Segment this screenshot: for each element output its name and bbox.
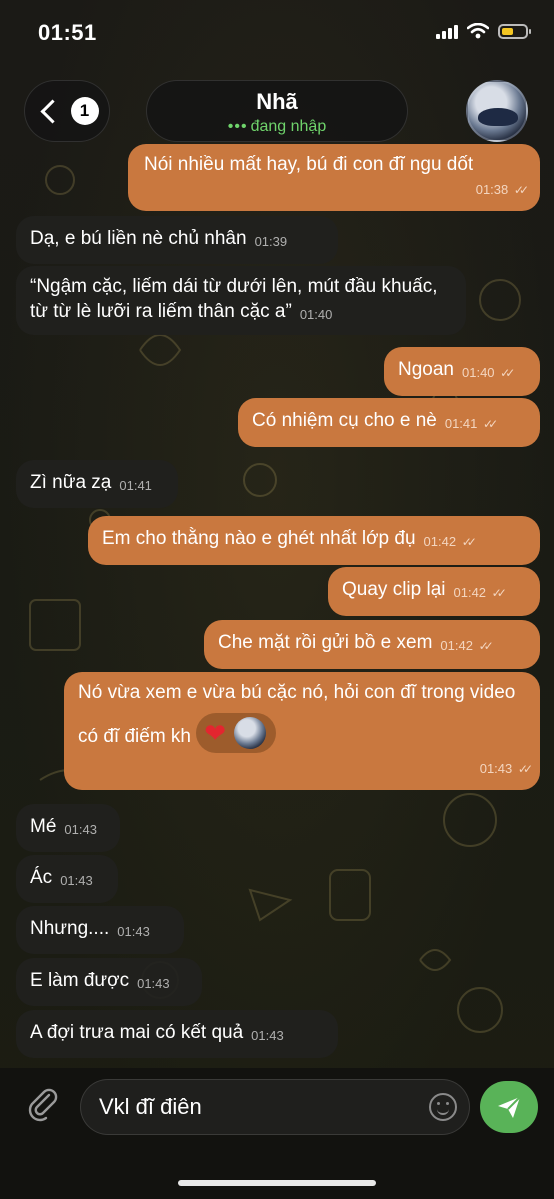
message-bubble[interactable]: Zì nữa zạ 01:41	[16, 460, 178, 508]
message-bubble[interactable]: Dạ, e bú liền nè chủ nhân 01:39	[16, 216, 338, 264]
paperclip-icon	[28, 1088, 58, 1122]
send-button[interactable]	[480, 1081, 538, 1133]
send-icon	[498, 1096, 521, 1118]
attach-button[interactable]	[18, 1080, 68, 1130]
message-bubble[interactable]: Ác 01:43	[16, 855, 118, 903]
message-bubble[interactable]: Nói nhiều mất hay, bú đi con đĩ ngu dốt 0…	[128, 144, 540, 211]
message-bubble[interactable]: Nó vừa xem e vừa bú cặc nó, hỏi con đĩ t…	[64, 672, 540, 790]
emoji-icon[interactable]	[429, 1093, 457, 1121]
message-bubble[interactable]: Che mặt rồi gửi bồ e xem 01:42 ✓✓	[204, 620, 540, 669]
message-input[interactable]: Vkl đĩ điên	[80, 1079, 470, 1135]
heart-reaction-icon: ❤	[204, 718, 227, 748]
message-list: Nói nhiều mất hay, bú đi con đĩ ngu dốt 0…	[0, 0, 554, 1070]
message-bubble[interactable]: A đợi trưa mai có kết quả 01:43	[16, 1010, 338, 1058]
home-indicator	[178, 1180, 376, 1186]
message-bubble[interactable]: “Ngậm cặc, liếm dái từ dưới lên, mút đầu…	[16, 266, 466, 335]
message-bubble[interactable]: Quay clip lại 01:42 ✓✓	[328, 567, 540, 616]
reaction-chip[interactable]: ❤	[196, 713, 277, 753]
message-bubble[interactable]: E làm được 01:43	[16, 958, 202, 1006]
message-bubble[interactable]: Ngoan 01:40 ✓✓	[384, 347, 540, 396]
message-bubble[interactable]: Có nhiệm cụ cho e nè 01:41 ✓✓	[238, 398, 540, 447]
message-bubble[interactable]: Mé 01:43	[16, 804, 120, 852]
message-bubble[interactable]: Em cho thằng nào e ghét nhất lớp đụ 01:42…	[88, 516, 540, 565]
message-bubble[interactable]: Nhưng.... 01:43	[16, 906, 184, 954]
message-input-value: Vkl đĩ điên	[99, 1094, 202, 1119]
reactor-avatar	[234, 717, 267, 749]
